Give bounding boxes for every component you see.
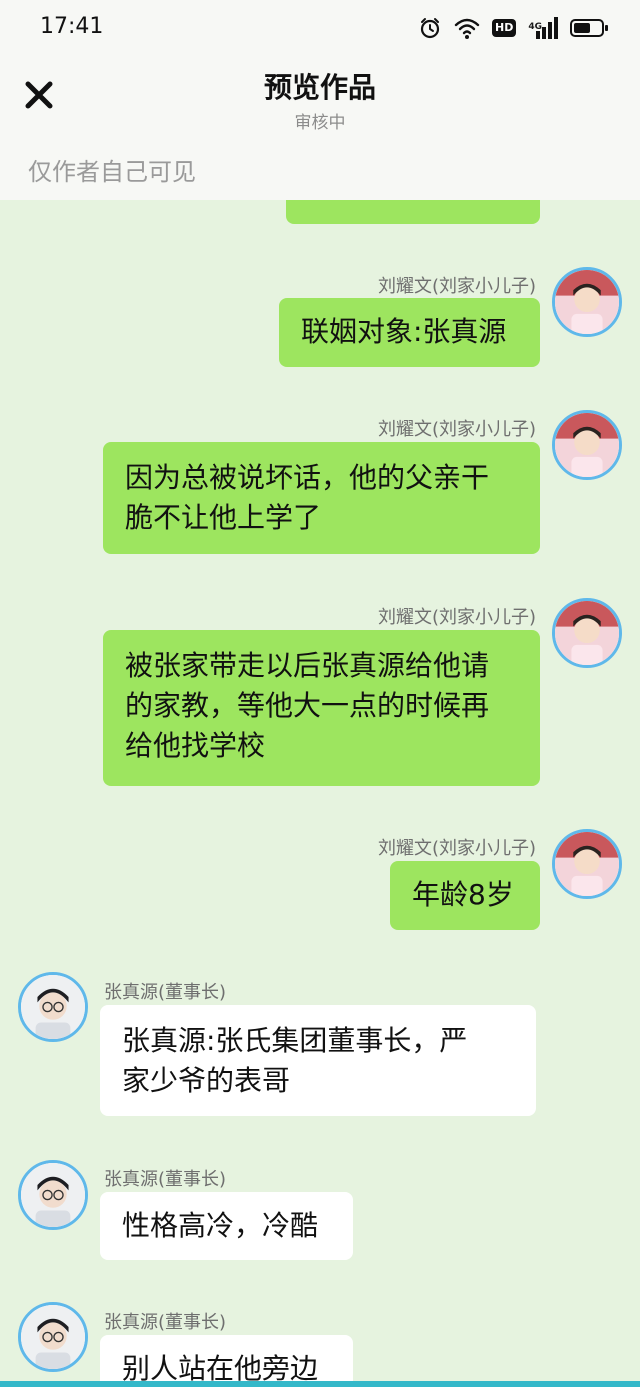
message-bubble[interactable]: 因为总被说坏话，他的父亲干 脆不让他上学了	[103, 442, 540, 554]
sender-name: 刘耀文(刘家小儿子)	[377, 607, 536, 628]
header: 17:41 HD 4G 预览作品 审核中 仅作者自己可见	[0, 0, 640, 200]
avatar-zhang-zhenyuan[interactable]	[18, 972, 88, 1042]
review-status: 审核中	[294, 113, 346, 133]
message-bubble[interactable]: 被张家带走以后张真源给他请 的家教，等他大一点的时候再 给他找学校	[103, 630, 540, 786]
message-bubble[interactable]: 年龄8岁	[390, 861, 540, 930]
avatar-zhang-zhenyuan[interactable]	[18, 1160, 88, 1230]
avatar-image	[555, 270, 619, 334]
avatar-image	[21, 1163, 85, 1227]
signal-4g-icon: 4G	[528, 17, 558, 39]
chat-area[interactable]: 于姓鉴和考东冠 刘耀文(刘家小儿子) 联姻对象:张真源 刘耀文(刘家小儿子) 因…	[0, 0, 640, 1387]
sender-name: 刘耀文(刘家小儿子)	[377, 838, 536, 859]
message-bubble[interactable]: 联姻对象:张真源	[279, 298, 540, 367]
status-time: 17:41	[40, 14, 104, 39]
avatar-image	[21, 975, 85, 1039]
battery-icon	[570, 19, 608, 37]
sender-name: 张真源(董事长)	[104, 982, 227, 1003]
page-title: 预览作品	[263, 71, 376, 104]
message-bubble[interactable]: 性格高冷，冷酷	[100, 1192, 353, 1260]
avatar-liu-yaowen[interactable]	[552, 598, 622, 668]
avatar-image	[555, 413, 619, 477]
message-bubble[interactable]: 别人站在他旁边	[100, 1335, 353, 1387]
avatar-liu-yaowen[interactable]	[552, 829, 622, 899]
sender-name: 张真源(董事长)	[104, 1312, 227, 1333]
sender-name: 刘耀文(刘家小儿子)	[377, 276, 536, 297]
bottom-indicator	[0, 1381, 640, 1387]
avatar-image	[555, 832, 619, 896]
sender-name: 刘耀文(刘家小儿子)	[377, 419, 536, 440]
message-bubble[interactable]: 张真源:张氏集团董事长，严 家少爷的表哥	[100, 1005, 536, 1116]
wifi-icon	[454, 18, 480, 39]
hd-icon: HD	[492, 19, 517, 37]
avatar-zhang-zhenyuan[interactable]	[18, 1302, 88, 1372]
network-label: 4G	[528, 22, 542, 32]
avatar-image	[21, 1305, 85, 1369]
status-icons: HD 4G	[418, 14, 608, 42]
avatar-liu-yaowen[interactable]	[552, 410, 622, 480]
sender-name: 张真源(董事长)	[104, 1169, 227, 1190]
battery-level	[574, 23, 590, 33]
avatar-liu-yaowen[interactable]	[552, 267, 622, 337]
alarm-icon	[420, 18, 440, 39]
avatar-image	[555, 601, 619, 665]
status-bar: 17:41 HD 4G	[0, 0, 640, 56]
visibility-note: 仅作者自己可见	[28, 158, 196, 186]
